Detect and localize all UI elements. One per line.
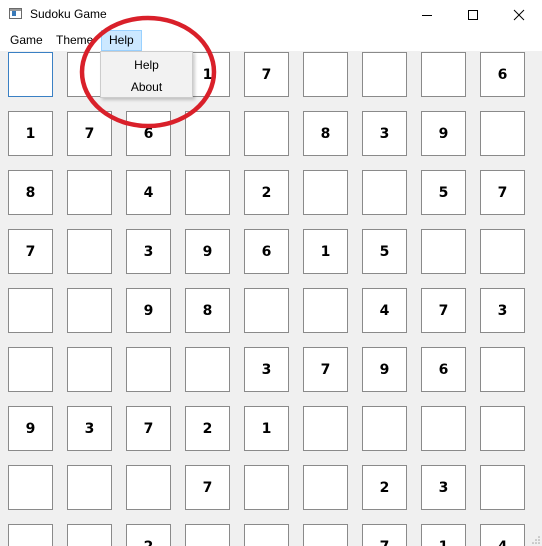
sudoku-cell[interactable] xyxy=(362,52,407,97)
sudoku-cell[interactable] xyxy=(303,524,348,546)
sudoku-cell[interactable]: 2 xyxy=(126,524,171,546)
sudoku-cell[interactable] xyxy=(185,347,230,392)
sudoku-cell[interactable] xyxy=(244,288,289,333)
sudoku-cell[interactable] xyxy=(67,465,112,510)
sudoku-cell[interactable]: 6 xyxy=(126,111,171,156)
title-bar[interactable]: Sudoku Game xyxy=(0,0,542,30)
sudoku-cell[interactable] xyxy=(67,288,112,333)
sudoku-cell[interactable]: 4 xyxy=(362,288,407,333)
sudoku-cell[interactable]: 3 xyxy=(126,229,171,274)
menu-theme[interactable]: Theme xyxy=(49,30,100,51)
sudoku-cell[interactable]: 9 xyxy=(126,288,171,333)
maximize-icon xyxy=(468,10,478,20)
sudoku-cell[interactable]: 5 xyxy=(421,170,466,215)
sudoku-cell[interactable]: 9 xyxy=(421,111,466,156)
minimize-icon xyxy=(422,15,432,16)
sudoku-cell[interactable] xyxy=(244,111,289,156)
sudoku-cell[interactable] xyxy=(126,465,171,510)
sudoku-window: Sudoku Game Game Theme Help 176176839842… xyxy=(0,0,542,546)
sudoku-cell[interactable]: 1 xyxy=(303,229,348,274)
sudoku-cell[interactable]: 3 xyxy=(480,288,525,333)
help-dropdown-menu: Help About xyxy=(100,51,193,98)
sudoku-cell[interactable]: 1 xyxy=(421,524,466,546)
sudoku-cell[interactable]: 7 xyxy=(421,288,466,333)
sudoku-cell[interactable]: 9 xyxy=(8,406,53,451)
window-title: Sudoku Game xyxy=(30,7,107,21)
sudoku-cell[interactable]: 7 xyxy=(244,52,289,97)
sudoku-cell[interactable] xyxy=(67,347,112,392)
close-icon xyxy=(513,9,525,21)
sudoku-cell[interactable]: 7 xyxy=(126,406,171,451)
sudoku-cell[interactable] xyxy=(303,406,348,451)
sudoku-cell[interactable] xyxy=(244,524,289,546)
sudoku-cell[interactable]: 7 xyxy=(67,111,112,156)
sudoku-cell[interactable]: 8 xyxy=(8,170,53,215)
sudoku-cell[interactable]: 9 xyxy=(362,347,407,392)
sudoku-cell[interactable]: 8 xyxy=(185,288,230,333)
sudoku-cell[interactable] xyxy=(421,229,466,274)
sudoku-cell[interactable] xyxy=(303,288,348,333)
sudoku-cell[interactable] xyxy=(362,170,407,215)
menu-bar: Game Theme Help xyxy=(0,30,542,51)
sudoku-cell[interactable] xyxy=(185,524,230,546)
sudoku-cell[interactable]: 3 xyxy=(67,406,112,451)
close-button[interactable] xyxy=(496,0,542,30)
sudoku-cell[interactable]: 3 xyxy=(244,347,289,392)
sudoku-cell[interactable] xyxy=(421,52,466,97)
sudoku-cell[interactable] xyxy=(8,347,53,392)
sudoku-cell[interactable] xyxy=(303,52,348,97)
sudoku-cell[interactable] xyxy=(126,347,171,392)
sudoku-cell[interactable] xyxy=(480,111,525,156)
sudoku-cell[interactable]: 9 xyxy=(185,229,230,274)
menu-item-about[interactable]: About xyxy=(102,77,191,98)
sudoku-cell[interactable] xyxy=(67,170,112,215)
sudoku-cell[interactable]: 7 xyxy=(362,524,407,546)
sudoku-cell[interactable]: 1 xyxy=(8,111,53,156)
menu-item-help[interactable]: Help xyxy=(102,55,191,76)
sudoku-cell[interactable]: 2 xyxy=(244,170,289,215)
sudoku-cell[interactable]: 7 xyxy=(185,465,230,510)
sudoku-cell[interactable] xyxy=(244,465,289,510)
sudoku-cell[interactable]: 6 xyxy=(421,347,466,392)
sudoku-cell[interactable] xyxy=(303,170,348,215)
sudoku-cell[interactable]: 8 xyxy=(303,111,348,156)
sudoku-cell[interactable] xyxy=(8,288,53,333)
menu-help[interactable]: Help xyxy=(101,30,142,51)
sudoku-cell[interactable]: 5 xyxy=(362,229,407,274)
resize-grip-icon[interactable] xyxy=(531,535,541,545)
sudoku-cell[interactable]: 2 xyxy=(362,465,407,510)
menu-game[interactable]: Game xyxy=(3,30,50,51)
sudoku-cell[interactable] xyxy=(8,465,53,510)
sudoku-cell[interactable]: 2 xyxy=(185,406,230,451)
sudoku-cell[interactable]: 7 xyxy=(480,170,525,215)
sudoku-cell[interactable] xyxy=(185,170,230,215)
sudoku-cell[interactable]: 1 xyxy=(244,406,289,451)
sudoku-cell[interactable] xyxy=(67,229,112,274)
sudoku-cell[interactable] xyxy=(480,347,525,392)
sudoku-cell[interactable]: 3 xyxy=(421,465,466,510)
sudoku-cell[interactable] xyxy=(185,111,230,156)
sudoku-cell[interactable]: 7 xyxy=(303,347,348,392)
sudoku-cell[interactable] xyxy=(480,465,525,510)
sudoku-cell[interactable]: 3 xyxy=(362,111,407,156)
sudoku-cell[interactable] xyxy=(480,406,525,451)
sudoku-cell[interactable] xyxy=(8,524,53,546)
sudoku-cell[interactable] xyxy=(362,406,407,451)
sudoku-cell[interactable] xyxy=(421,406,466,451)
sudoku-cell[interactable]: 6 xyxy=(244,229,289,274)
minimize-button[interactable] xyxy=(404,0,450,30)
sudoku-cell[interactable]: 6 xyxy=(480,52,525,97)
sudoku-cell[interactable]: 4 xyxy=(480,524,525,546)
sudoku-cell[interactable] xyxy=(67,524,112,546)
sudoku-cell[interactable] xyxy=(480,229,525,274)
sudoku-cell[interactable]: 7 xyxy=(8,229,53,274)
sudoku-cell[interactable] xyxy=(303,465,348,510)
sudoku-cell[interactable]: 4 xyxy=(126,170,171,215)
app-window-icon xyxy=(9,8,22,19)
maximize-button[interactable] xyxy=(450,0,496,30)
sudoku-cell[interactable] xyxy=(8,52,53,97)
